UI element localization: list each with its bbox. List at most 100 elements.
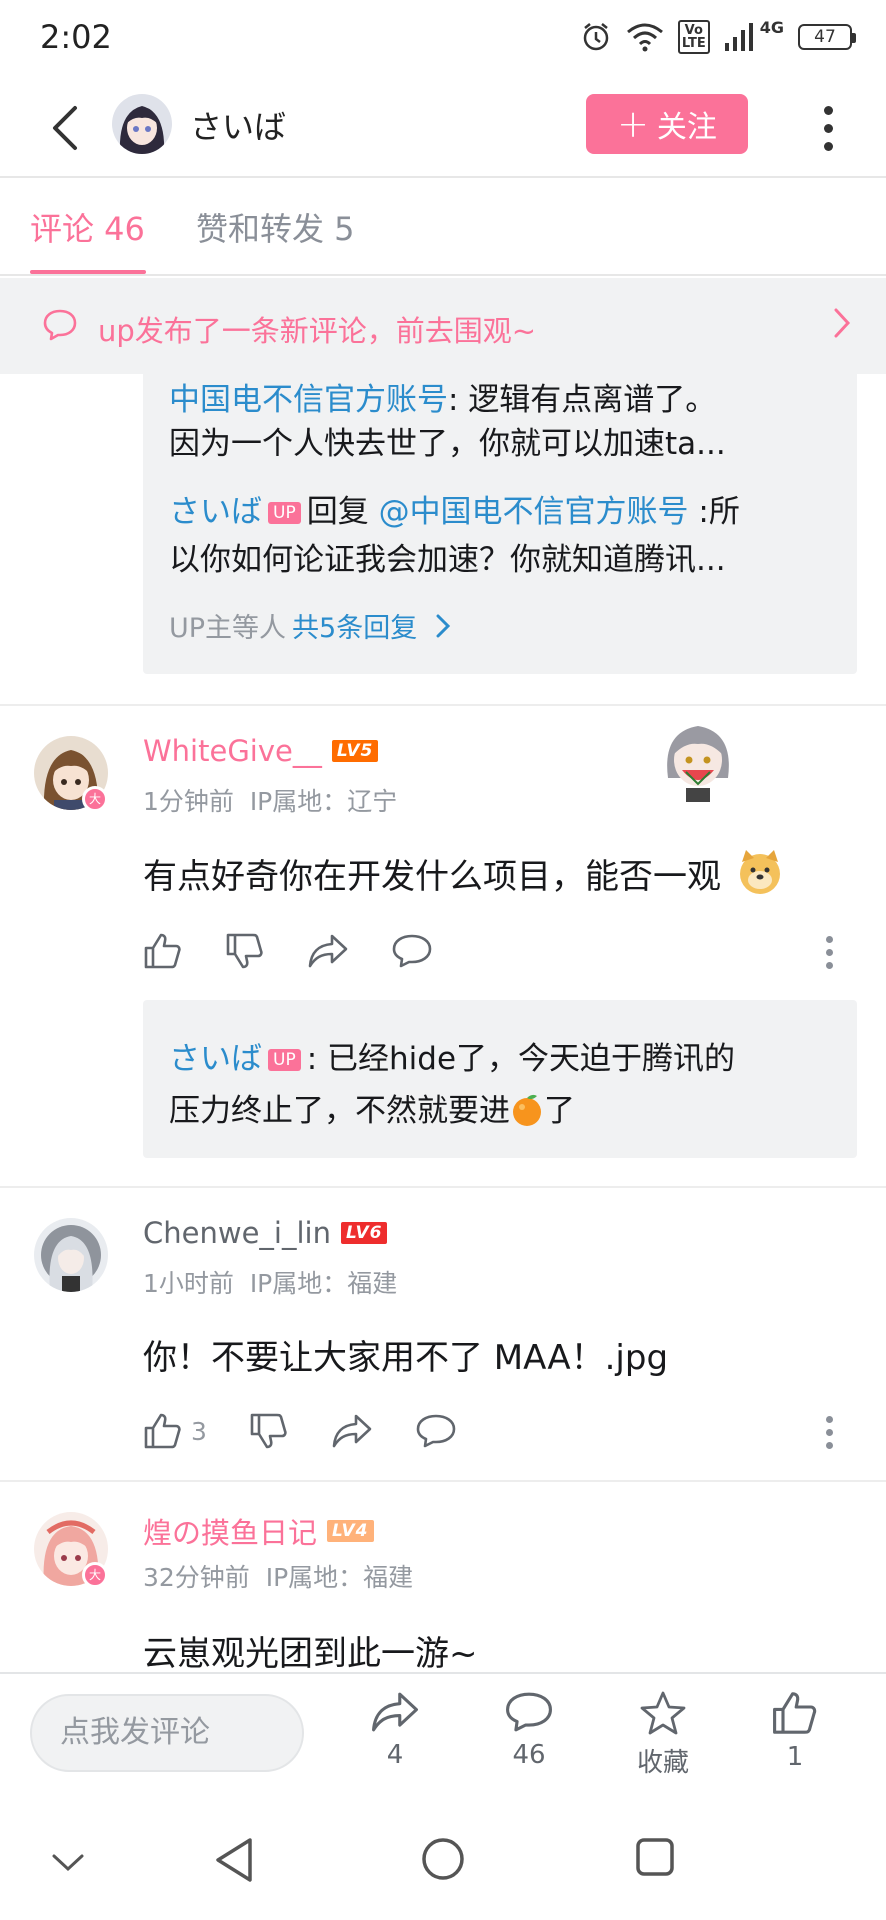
comment-item: 大 煌の摸鱼日记 LV4 32分钟前 IP属地：福建 云崽观光团到此一游~ (0, 1482, 886, 1672)
system-nav-bar (0, 1812, 886, 1920)
alarm-icon (580, 21, 612, 53)
comment-username[interactable]: WhiteGive__ LV5 (143, 734, 379, 768)
tab-bar: 评论 46 赞和转发 5 (0, 180, 886, 276)
wifi-icon (626, 22, 664, 52)
share-button[interactable] (307, 933, 349, 969)
comments-button[interactable]: 46 (484, 1690, 574, 1770)
thumb-up-icon (144, 933, 181, 969)
comment-meta: 1小时前 IP属地：福建 (143, 1269, 398, 1298)
like-button[interactable]: 3 (143, 1412, 207, 1450)
up-badge: UP (268, 502, 301, 524)
nav-home-icon[interactable] (420, 1836, 466, 1886)
like-count: 1 (786, 1742, 804, 1772)
more-options-button[interactable] (808, 98, 848, 158)
nav-back-icon[interactable] (212, 1836, 256, 1888)
share-button[interactable]: 4 (350, 1690, 440, 1770)
comment-more-button[interactable] (826, 1416, 833, 1449)
mention-link[interactable]: @中国电不信官方账号 (379, 494, 689, 530)
reply-item: さいば UP: 已经hide了，今天迫于腾讯的 (169, 1041, 736, 1077)
avatar[interactable] (34, 1218, 108, 1292)
new-comment-notice[interactable]: up发布了一条新评论，前去围观~ (0, 278, 886, 374)
dislike-button[interactable] (225, 932, 265, 970)
share-count: 4 (386, 1740, 404, 1770)
chevron-down-icon[interactable] (50, 1852, 86, 1878)
nav-recents-icon[interactable] (634, 1836, 676, 1882)
reply-preview-box[interactable]: 中国电不信官方账号: 逻辑有点离谱了。 因为一个人快去世了，你就可以加速ta..… (143, 374, 857, 674)
view-all-replies-link[interactable]: UP主等人 共5条回复 (169, 606, 453, 645)
comment-text: 你！不要让大家用不了 MAA！.jpg (143, 1338, 669, 1378)
divider (0, 704, 886, 706)
share-button[interactable] (331, 1413, 373, 1449)
level-badge: LV5 (331, 740, 379, 762)
notice-text: up发布了一条新评论，前去围观~ (98, 314, 537, 348)
reply-button[interactable] (391, 933, 433, 969)
favorite-button[interactable]: 收藏 (618, 1690, 708, 1779)
follow-label: 关注 (656, 110, 717, 145)
comment-actions (143, 926, 475, 976)
reply-preview-box[interactable]: さいば UP: 已经hide了，今天迫于腾讯的 压力终止了，不然就要进了 (143, 1000, 857, 1158)
plus-icon: + (617, 102, 649, 146)
like-button[interactable] (143, 932, 183, 970)
level-badge: LV6 (340, 1222, 388, 1244)
chevron-right-icon (832, 306, 852, 344)
comment-username[interactable]: Chenwe_i_lin LV6 (143, 1216, 388, 1250)
like-button[interactable]: 1 (750, 1690, 840, 1772)
status-time: 2:02 (40, 18, 112, 56)
share-icon (308, 934, 348, 968)
signal-icon (724, 23, 754, 51)
thumb-up-icon (144, 1413, 181, 1449)
reply-username[interactable]: さいば (169, 1041, 262, 1077)
header-username[interactable]: さいば (190, 102, 286, 148)
comment-count: 46 (512, 1740, 546, 1770)
status-bar: 2:02 Vo LTE 4G 47 (0, 0, 886, 80)
comment-username[interactable]: 煌の摸鱼日记 LV4 (143, 1510, 374, 1552)
reply-text: 压力终止了，不然就要进了 (169, 1084, 849, 1144)
reply-text: 因为一个人快去世了，你就可以加速ta... (169, 426, 726, 462)
thumb-down-icon (226, 933, 263, 969)
comment-input[interactable]: 点我发评论 (30, 1694, 304, 1772)
orange-emoji-icon (510, 1090, 544, 1144)
doge-emoji-icon (736, 848, 784, 905)
chevron-right-icon (436, 614, 451, 637)
up-badge: UP (268, 1049, 301, 1071)
follow-button[interactable]: + 关注 (586, 94, 748, 154)
favorite-label: 收藏 (636, 1748, 689, 1778)
battery-icon: 47 (798, 24, 856, 50)
share-icon (372, 1692, 418, 1732)
comment-bubble-icon (506, 1692, 552, 1732)
back-button[interactable] (36, 100, 92, 156)
tab-comments[interactable]: 评论 46 (30, 204, 145, 250)
like-count: 3 (191, 1416, 207, 1446)
vip-badge: 大 (82, 1562, 108, 1588)
reply-username[interactable]: 中国电不信官方账号 (169, 382, 448, 418)
level-badge: LV4 (327, 1520, 374, 1542)
decoration-sticker-icon (656, 718, 740, 804)
comment-meta: 32分钟前 IP属地：福建 (143, 1563, 414, 1592)
comment-text: 云崽观光团到此一游~ (143, 1634, 478, 1672)
star-icon (640, 1691, 686, 1735)
bottom-action-bar: 点我发评论 4 46 收藏 1 (0, 1672, 886, 1812)
dislike-button[interactable] (249, 1412, 289, 1450)
reply-text: 以你如何论证我会加速？你就知道腾讯... (169, 542, 726, 578)
reply-username[interactable]: さいば (169, 494, 262, 530)
thumb-down-icon (250, 1413, 287, 1449)
avatar[interactable] (112, 94, 172, 154)
comment-bubble-icon (416, 1414, 456, 1448)
volte-icon: Vo LTE (677, 20, 710, 54)
back-arrow-icon (53, 106, 77, 150)
comment-text: 有点好奇你在开发什么项目，能否一观 (143, 848, 784, 905)
tab-indicator (30, 270, 146, 274)
reply-item: さいば UP 回复 @中国电不信官方账号 :所 (169, 494, 740, 530)
status-icons: Vo LTE 4G 47 (580, 17, 856, 54)
comment-meta: 1分钟前 IP属地：辽宁 (143, 787, 398, 816)
comment-bubble-icon (392, 934, 432, 968)
thumb-up-icon (773, 1692, 817, 1734)
share-icon (332, 1414, 372, 1448)
reply-button[interactable] (415, 1413, 457, 1449)
network-type: 4G (759, 17, 784, 37)
header: さいば + 关注 (0, 80, 886, 178)
divider (0, 1186, 886, 1188)
tab-likes-reposts[interactable]: 赞和转发 5 (196, 204, 355, 250)
comment-more-button[interactable] (826, 936, 833, 969)
vip-badge: 大 (82, 786, 108, 812)
